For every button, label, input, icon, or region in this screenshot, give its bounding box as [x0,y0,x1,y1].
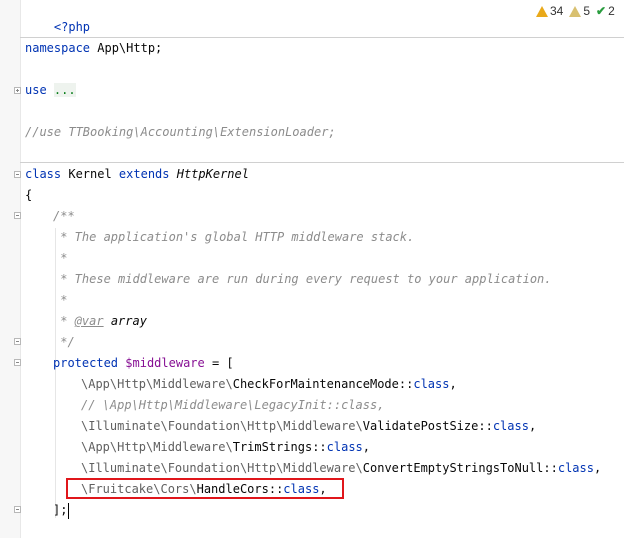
code-line: * These middleware are run during every … [53,269,552,289]
weak-warning-icon [569,5,582,17]
keyword: class [413,377,450,391]
code-line: class Kernel extends HttpKernel [25,164,249,184]
class-reference: TrimStrings [232,440,313,454]
keyword: class [326,440,363,454]
class-reference: ValidatePostSize [362,419,479,433]
scope-operator: :: [478,419,493,433]
doc-tag: @var [74,314,104,328]
fold-toggle-docblock-end[interactable] [14,338,21,345]
comma: , [528,419,537,433]
keyword: namespace [25,41,91,55]
separator-line [20,162,624,163]
code-line: */ [53,332,75,352]
scope-operator: :: [312,440,327,454]
code-line: \App\Http\Middleware\CheckForMaintenance… [81,374,457,394]
namespace-path: \Illuminate\Foundation\Http\Middleware\ [81,461,363,475]
doc-comment: /** [53,209,75,223]
fold-toggle-use[interactable] [14,87,21,94]
namespace-path: \App\Http\Middleware\ [81,440,233,454]
code-line: // \App\Http\Middleware\LegacyInit::clas… [81,395,384,415]
code-line: \Illuminate\Foundation\Http\Middleware\V… [81,416,536,436]
code-line: * The application's global HTTP middlewa… [53,227,414,247]
keyword: extends [118,167,170,181]
doc-type: array [110,314,147,328]
code-line: * @var array [53,311,147,331]
keyword: protected [53,356,119,370]
keyword: class [25,167,62,181]
code-editor[interactable]: 34 5 ✔ 2 <?php namespace App\Http; use .… [0,0,624,538]
array-close: ]; [53,503,68,517]
code-line: * [53,248,67,268]
inspection-widget[interactable]: 34 5 ✔ 2 [536,3,615,19]
parent-class: HttpKernel [176,167,249,181]
folded-imports[interactable]: ... [53,83,76,97]
operator: = [ [204,356,234,370]
code-line: { [25,185,32,205]
weak-warnings-count[interactable]: 5 [569,3,590,19]
code-line: protected $middleware = [ [53,353,234,373]
comment: //use TTBooking\Accounting\ExtensionLoad… [25,125,336,139]
editor-gutter[interactable] [0,0,21,538]
warning-icon [536,5,548,17]
class-name: Kernel [61,167,119,181]
doc-comment: * [53,293,68,307]
comma: , [449,377,457,391]
code-line: /** [53,206,75,226]
code-line: //use TTBooking\Accounting\ExtensionLoad… [25,122,336,142]
doc-comment: * The application's global HTTP middlewa… [53,230,415,244]
doc-comment: */ [53,335,75,349]
scope-operator: :: [398,377,414,391]
text-caret [68,502,70,519]
property-name: $middleware [125,356,205,370]
doc-comment: * These middleware are run during every … [53,272,552,286]
highlight-box [66,478,344,499]
code-line: \App\Http\Middleware\TrimStrings::class, [81,437,370,457]
code-line: ]; [53,500,70,520]
code-line: * [53,290,67,310]
scope-operator: :: [543,461,558,475]
comma: , [593,461,602,475]
warnings-count[interactable]: 34 [536,3,563,19]
code-line: <?php [25,0,90,34]
keyword: class [557,461,594,475]
namespace-name: App\Http; [90,41,163,55]
namespace-path: \App\Http\Middleware\ [81,377,233,391]
code-line: \Illuminate\Foundation\Http\Middleware\C… [81,458,601,478]
class-reference: ConvertEmptyStringsToNull [362,461,544,475]
comma: , [362,440,371,454]
code-line: namespace App\Http; [25,38,162,58]
fold-toggle-array[interactable] [14,359,21,366]
typos-count[interactable]: ✔ 2 [596,3,615,19]
keyword: class [492,419,529,433]
fold-toggle-docblock[interactable] [14,212,21,219]
code-line: use ... [25,80,76,100]
check-icon: ✔ [596,4,607,18]
namespace-path: \Illuminate\Foundation\Http\Middleware\ [81,419,363,433]
class-reference: CheckForMaintenanceMode [232,377,399,391]
fold-toggle-array-end[interactable] [14,506,21,513]
fold-toggle-class[interactable] [14,171,21,178]
brace: { [25,188,33,202]
comment: // \App\Http\Middleware\LegacyInit::clas… [81,398,385,412]
keyword: use [25,83,47,97]
doc-comment: * [53,251,68,265]
php-open-tag: <?php [53,20,91,34]
doc-comment: * [53,314,75,328]
